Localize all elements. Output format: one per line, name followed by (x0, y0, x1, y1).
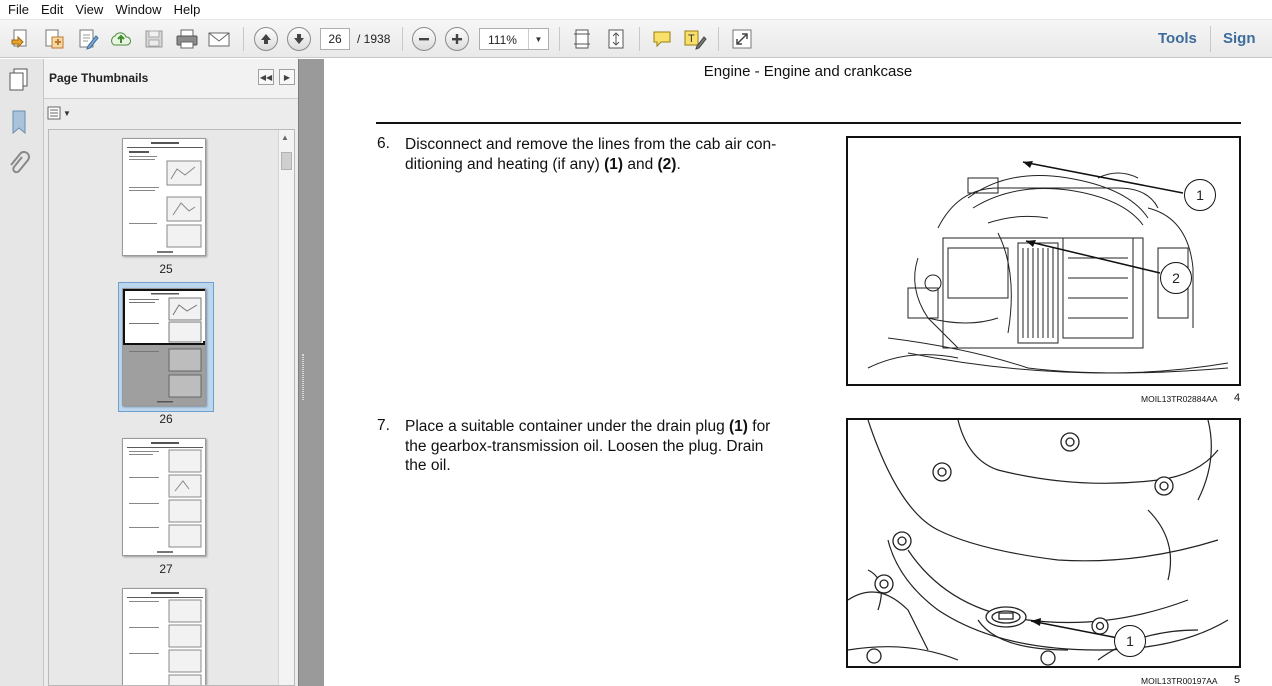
print-icon[interactable] (174, 26, 200, 52)
scroll-mode-icon[interactable] (603, 26, 629, 52)
next-page-button[interactable] (286, 26, 312, 52)
comment-icon[interactable] (649, 26, 675, 52)
menu-help[interactable]: Help (168, 2, 207, 17)
figure-number: 5 (1234, 674, 1241, 686)
zoom-select[interactable]: 111% ▼ (479, 28, 549, 50)
thumbnail-page-number: 27 (159, 562, 173, 576)
plus-icon (445, 27, 469, 51)
figure-reference: MOIL13TR02884AA (1141, 394, 1218, 404)
thumbnail-list: ▲ 25 26 27 (48, 129, 295, 686)
previous-page-button[interactable] (253, 26, 279, 52)
combine-files-icon[interactable] (41, 26, 67, 52)
step-line: the gearbox-transmission oil. Loosen the… (405, 437, 764, 455)
zoom-value: 111% (488, 33, 517, 47)
expand-icon[interactable] (729, 26, 755, 52)
menu-edit[interactable]: Edit (35, 2, 69, 17)
panel-splitter[interactable] (298, 59, 324, 686)
callout: 1 (1184, 179, 1216, 211)
chevron-up-icon[interactable]: ▲ (281, 133, 289, 142)
thumbnail-options-button[interactable]: ▼ (47, 105, 73, 121)
thumbnails-panel: Page Thumbnails ◀◀ ▶ ▼ ▲ 25 26 27 (44, 59, 298, 686)
thumbnail-image (122, 438, 206, 556)
callout: 1 (1114, 625, 1146, 657)
thumbnail-scrollbar[interactable]: ▲ (278, 130, 294, 685)
page-thumbnails-icon[interactable] (7, 67, 31, 94)
save-icon[interactable] (141, 26, 167, 52)
step-7-text: Place a suitable container under the dra… (405, 417, 825, 476)
callout: 2 (1160, 262, 1192, 294)
step-line: Place a suitable container under the dra… (405, 418, 771, 435)
thumbnail-image (122, 138, 206, 256)
gearbox-illustration (848, 420, 1229, 666)
chevron-down-icon: ▼ (63, 108, 71, 118)
thumbnail-page-25[interactable]: 25 (118, 138, 214, 278)
thumbnail-page-28[interactable] (118, 588, 214, 685)
edit-document-icon[interactable] (75, 26, 101, 52)
collapse-panel-button[interactable]: ◀◀ (258, 69, 274, 85)
thumbnail-image (122, 288, 206, 406)
menu-view[interactable]: View (69, 2, 109, 17)
minus-icon (412, 27, 436, 51)
step-line: the oil. (405, 457, 451, 474)
step-line: Disconnect and remove the lines from the… (405, 136, 777, 153)
panel-title: Page Thumbnails (49, 71, 149, 85)
menu-window[interactable]: Window (109, 2, 167, 17)
thumbnail-page-number: 26 (159, 412, 173, 426)
step-6-text: Disconnect and remove the lines from the… (405, 135, 825, 174)
menu-file[interactable]: File (2, 2, 35, 17)
options-icon (47, 106, 61, 120)
thumbnail-page-27[interactable]: 27 (118, 438, 214, 578)
figure-drain-plug: 1 (846, 418, 1241, 668)
step-number: 7. (377, 417, 390, 434)
thumbnail-page-number: 25 (159, 262, 173, 276)
splitter-grip[interactable] (302, 354, 304, 400)
fit-page-icon[interactable] (569, 26, 595, 52)
header-rule (376, 122, 1241, 124)
figure-number: 4 (1234, 392, 1241, 404)
arrow-down-icon (287, 27, 311, 51)
page-number-input[interactable]: 26 (320, 28, 350, 50)
step-line: ditioning and heating (if any) (1) and (… (405, 155, 681, 173)
tools-button[interactable]: Tools (1158, 30, 1197, 47)
chevron-down-icon[interactable]: ▼ (528, 29, 548, 49)
figure-engine-lines: 1 2 (846, 136, 1241, 386)
svg-text:T: T (688, 33, 695, 45)
email-icon[interactable] (206, 26, 232, 52)
zoom-in-button[interactable] (444, 26, 470, 52)
menu-bar: File Edit View Window Help (0, 0, 1272, 20)
thumbnail-image (122, 588, 206, 685)
panel-header: Page Thumbnails ◀◀ ▶ (44, 59, 298, 99)
figure-reference: MOIL13TR00197AA (1141, 676, 1218, 686)
cloud-upload-icon[interactable] (108, 26, 134, 52)
scroll-thumb[interactable] (281, 152, 292, 170)
page-total: / 1938 (357, 32, 391, 46)
close-panel-button[interactable]: ▶ (279, 69, 295, 85)
navigation-rail (0, 59, 44, 686)
document-view: Engine - Engine and crankcase 6. Disconn… (324, 59, 1272, 686)
arrow-up-icon (254, 27, 278, 51)
highlight-text-icon[interactable]: T (682, 26, 708, 52)
toolbar: 26 / 1938 111% ▼ T Tools Sign (0, 20, 1272, 58)
engine-illustration (867, 161, 1229, 374)
bookmark-icon[interactable] (9, 109, 29, 138)
sign-button[interactable]: Sign (1223, 30, 1256, 47)
zoom-out-button[interactable] (411, 26, 437, 52)
attachment-icon[interactable] (8, 151, 30, 180)
page-header: Engine - Engine and crankcase (703, 63, 913, 80)
create-pdf-icon[interactable] (8, 26, 34, 52)
thumbnail-page-26[interactable]: 26 (118, 288, 214, 428)
step-number: 6. (377, 135, 390, 152)
